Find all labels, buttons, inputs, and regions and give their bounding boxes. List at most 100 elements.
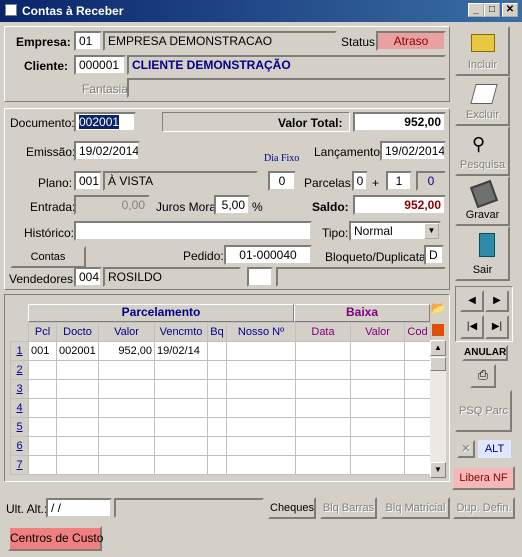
- sair-button[interactable]: Sair: [455, 226, 510, 281]
- excluir-button[interactable]: Excluir: [455, 76, 510, 126]
- historico-field[interactable]: [74, 221, 312, 241]
- row-number[interactable]: 5: [10, 417, 29, 437]
- row-number[interactable]: 6: [10, 436, 29, 456]
- cell-valor[interactable]: 952,00: [98, 341, 155, 361]
- close-button[interactable]: ✕: [502, 3, 518, 17]
- cell-baixa-data[interactable]: [295, 341, 351, 361]
- bloqueto-field[interactable]: D: [424, 245, 444, 265]
- cell-docto[interactable]: 002001: [56, 341, 99, 361]
- printer-icon[interactable]: ⎙: [470, 364, 496, 388]
- tipo-select[interactable]: Normal ▼: [349, 221, 441, 241]
- vendedor-code-field[interactable]: 004: [74, 267, 102, 287]
- table-row[interactable]: 4: [10, 398, 431, 418]
- pesquisa-button[interactable]: ⚲ Pesquisa: [455, 126, 510, 176]
- psq-parc-button[interactable]: PSQ Parc: [455, 390, 512, 432]
- status-label: Status:: [341, 35, 379, 49]
- row-number[interactable]: 4: [10, 398, 29, 418]
- table-row[interactable]: 2: [10, 360, 431, 380]
- col-header: Cod: [404, 322, 431, 342]
- delete-icon: [470, 84, 498, 104]
- prev-record-icon[interactable]: |◀: [460, 315, 484, 339]
- libera-nf-button[interactable]: Libera NF: [452, 466, 515, 490]
- col-header: Bq: [207, 322, 227, 342]
- col-header: Pcl: [28, 322, 57, 342]
- saldo-field: 952,00: [353, 195, 446, 215]
- vendedor2-code-field[interactable]: [247, 267, 273, 287]
- saldo-label: Saldo:: [312, 200, 349, 214]
- cell-pcl[interactable]: 001: [28, 341, 57, 361]
- incluir-label: Incluir: [467, 59, 498, 71]
- last-record-icon[interactable]: ▶: [485, 290, 509, 312]
- cell-bq[interactable]: [207, 341, 227, 361]
- scroll-thumb[interactable]: [430, 357, 446, 371]
- col-header: Data: [295, 322, 351, 342]
- baixa-header: Baixa: [294, 304, 430, 322]
- cell-nosso-numero[interactable]: [226, 341, 296, 361]
- chevron-down-icon[interactable]: ▼: [424, 223, 439, 239]
- gravar-button[interactable]: Gravar: [455, 176, 510, 226]
- table-row[interactable]: 1 001 002001 952,00 19/02/14: [10, 341, 431, 361]
- cliente-name-field: CLIENTE DEMONSTRAÇÃO: [127, 55, 446, 75]
- parcelas-label: Parcelas:: [304, 176, 355, 190]
- first-record-icon[interactable]: ◀: [460, 290, 484, 312]
- parcelas-a-field[interactable]: 0: [352, 171, 368, 191]
- cheques-button[interactable]: Cheques: [268, 497, 316, 519]
- parcelamento-header: Parcelamento: [28, 304, 294, 322]
- empresa-name-field: EMPRESA DEMONSTRACAO: [103, 31, 337, 51]
- empresa-code-field[interactable]: 01: [74, 31, 102, 51]
- window-title: Contas à Receber: [22, 4, 124, 18]
- close-icon[interactable]: ✕: [457, 440, 475, 458]
- row-number[interactable]: 3: [10, 379, 29, 399]
- cell-baixa-cod[interactable]: [404, 341, 431, 361]
- col-header: Nosso Nº: [226, 322, 296, 342]
- lancamento-label: Lançamento:: [314, 145, 384, 159]
- emissao-label: Emissão:: [26, 145, 76, 159]
- dup-defin-button[interactable]: Dup. Defin.: [453, 497, 515, 519]
- juros-label: Juros Mora:: [156, 200, 220, 214]
- next-record-icon[interactable]: ▶|: [485, 315, 509, 339]
- pedido-field[interactable]: 01-000040: [224, 245, 312, 265]
- anular-button[interactable]: ANULAR: [462, 345, 508, 361]
- table-row[interactable]: 7: [10, 455, 431, 475]
- plano-code-field[interactable]: 001: [74, 171, 102, 191]
- blq-matricial-button[interactable]: Blq Matricial: [381, 497, 450, 519]
- table-row[interactable]: 5: [10, 417, 431, 437]
- vendedores-label: Vendedores:: [9, 272, 77, 286]
- cliente-code-field[interactable]: 000001: [74, 55, 126, 75]
- cell-vencmto[interactable]: 19/02/14: [154, 341, 208, 361]
- dia-fixo-field[interactable]: 0: [268, 171, 296, 191]
- maximize-button[interactable]: □: [484, 3, 500, 17]
- door-exit-icon: [479, 233, 495, 257]
- documento-field[interactable]: 002001: [74, 112, 136, 132]
- table-row[interactable]: 6: [10, 436, 431, 456]
- row-number[interactable]: 7: [10, 455, 29, 475]
- tipo-value: Normal: [354, 224, 393, 238]
- incluir-button[interactable]: Incluir: [455, 26, 510, 76]
- grid-scrollbar[interactable]: ▲ ▼: [430, 340, 446, 478]
- disk-icon: [469, 179, 499, 209]
- lancamento-field[interactable]: 19/02/2014: [380, 141, 446, 161]
- parcelas-plus: +: [372, 176, 380, 190]
- row-number[interactable]: 2: [10, 360, 29, 380]
- blq-barras-button[interactable]: Blq Barras: [320, 497, 377, 519]
- scroll-down-icon[interactable]: ▼: [430, 462, 446, 478]
- grid-corner: [10, 302, 28, 322]
- centros-de-custo-button[interactable]: Centros de Custo: [8, 526, 103, 551]
- parcelas-b-field[interactable]: 1: [386, 171, 412, 191]
- emissao-field[interactable]: 19/02/2014: [74, 141, 140, 161]
- scroll-up-icon[interactable]: ▲: [430, 340, 446, 356]
- plano-label: Plano:: [38, 176, 73, 190]
- entrada-field[interactable]: 0,00: [74, 195, 150, 215]
- ult-alt-field[interactable]: / /: [46, 498, 112, 518]
- cell-baixa-valor[interactable]: [350, 341, 405, 361]
- row-number[interactable]: 1: [10, 341, 29, 361]
- folder-open-icon[interactable]: 📂: [430, 301, 446, 317]
- documento-value: 002001: [79, 115, 120, 129]
- juros-field[interactable]: 5,00: [214, 195, 250, 215]
- valor-total-field[interactable]: 952,00: [353, 112, 446, 132]
- contas-button[interactable]: Contas: [10, 246, 86, 268]
- table-row[interactable]: 3: [10, 379, 431, 399]
- title-bar: Contas à Receber _ □ ✕: [0, 0, 522, 22]
- minimize-button[interactable]: _: [468, 3, 484, 17]
- alt-badge[interactable]: ALT: [478, 440, 511, 458]
